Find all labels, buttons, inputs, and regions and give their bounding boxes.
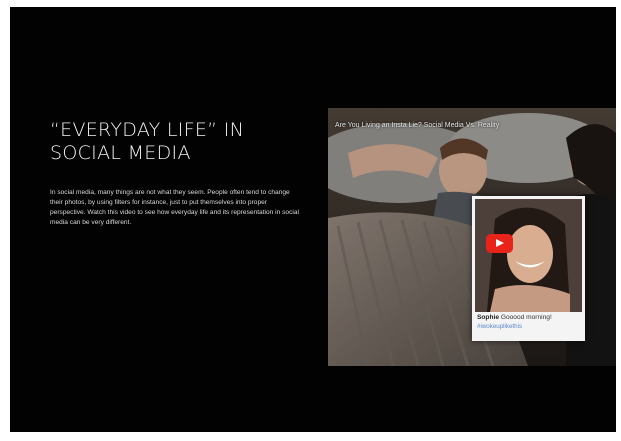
caption-username: Sophie: [477, 314, 499, 321]
instagram-photo-card: Sophie Gooood morning! #iwokeuplikethis: [472, 196, 585, 341]
video-title[interactable]: Are You Living an Insta Lie? Social Medi…: [335, 122, 499, 129]
caption-text: Gooood morning!: [500, 314, 552, 321]
youtube-play-button[interactable]: [486, 234, 513, 253]
slide: “EVERYDAY LIFE” IN SOCIAL MEDIA In socia…: [10, 7, 616, 432]
slide-body-text: In social media, many things are not wha…: [50, 189, 299, 226]
selfie-photo: [475, 199, 582, 312]
caption-hashtag: #iwokeuplikethis: [477, 323, 523, 330]
play-icon: [496, 239, 504, 247]
video-player[interactable]: Are You Living an Insta Lie? Social Medi…: [328, 108, 616, 366]
photo-caption: Sophie Gooood morning!: [477, 314, 552, 322]
slide-heading: “EVERYDAY LIFE” IN SOCIAL MEDIA: [50, 119, 245, 164]
